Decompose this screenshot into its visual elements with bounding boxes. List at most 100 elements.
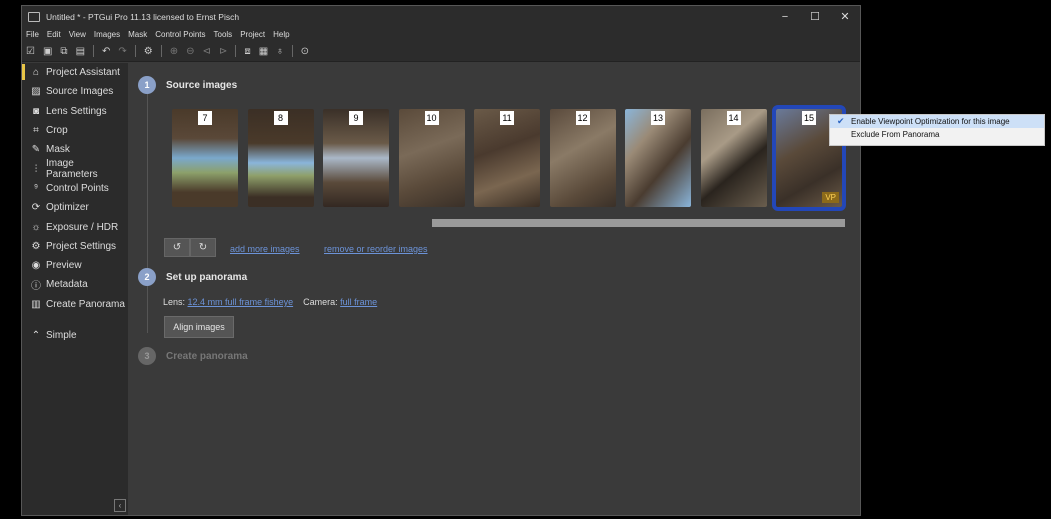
next-icon[interactable]: ⊳ <box>219 46 227 57</box>
sidebar-item-project-assistant[interactable]: ⌂ Project Assistant <box>22 63 128 82</box>
toolbar-separator <box>160 45 162 57</box>
brush-icon: ✎ <box>31 144 41 156</box>
sidebar: ⌂ Project Assistant ▨ Source Images ◙ Lens Se… <box>22 63 128 515</box>
app-window: Untitled * - PTGui Pro 11.13 licensed to… <box>21 5 861 516</box>
minimize-button[interactable]: − <box>770 6 800 28</box>
image-number-badge: 13 <box>651 111 665 125</box>
exclude-from-panorama-item[interactable]: Exclude From Panorama <box>830 128 1044 141</box>
sidebar-item-lens-settings[interactable]: ◙ Lens Settings <box>22 102 128 121</box>
menu-images[interactable]: Images <box>94 30 120 39</box>
rotate-left-button[interactable]: ↺ <box>164 238 190 257</box>
app-icon <box>28 12 40 22</box>
remove-reorder-images-link[interactable]: remove or reorder images <box>324 244 428 254</box>
project-assistant-panel: 1 Source images 7 8 9 10 11 12 13 14 15 VP ↺ ↻ ad… <box>128 63 860 515</box>
image-number-badge: 14 <box>726 111 741 125</box>
image-thumbnail[interactable]: 14 <box>700 109 767 207</box>
camera-link[interactable]: full frame <box>340 297 377 307</box>
sidebar-item-label: Source Images <box>46 86 114 98</box>
previous-icon[interactable]: ⊲ <box>203 46 211 57</box>
image-thumbnail[interactable]: 12 <box>549 109 616 207</box>
lightbulb-icon[interactable]: ♁ <box>276 46 284 57</box>
image-number-badge: 9 <box>349 111 363 125</box>
menu-file[interactable]: File <box>26 30 39 39</box>
zoom-out-icon[interactable]: ⊖ <box>186 46 194 57</box>
sliders-icon: ⫶ <box>34 163 38 175</box>
menu-project[interactable]: Project <box>240 30 265 39</box>
undo-icon[interactable]: ↶ <box>102 46 110 57</box>
menu-tools[interactable]: Tools <box>214 30 233 39</box>
add-more-images-link[interactable]: add more images <box>230 244 300 254</box>
toolbar: ☑ ▣ ⧉ ▤ ↶ ↷ ⚙ ⊕ ⊖ ⊲ ⊳ ⧈ ▦ ♁ ⊙ <box>22 41 860 62</box>
gear-icon: ⚙ <box>31 240 41 252</box>
toolbar-separator <box>93 45 95 57</box>
step-title: Set up panorama <box>166 271 248 283</box>
sidebar-item-exposure-hdr[interactable]: ☼ Exposure / HDR <box>22 217 128 236</box>
open-project-icon[interactable]: ▣ <box>43 46 52 57</box>
step-title: Create panorama <box>166 350 248 362</box>
toolbar-separator <box>291 45 293 57</box>
close-button[interactable]: ✕ <box>830 6 860 28</box>
sidebar-item-source-images[interactable]: ▨ Source Images <box>22 82 128 101</box>
align-images-button[interactable]: Align images <box>164 316 234 338</box>
menu-mask[interactable]: Mask <box>128 30 147 39</box>
sidebar-item-label: Project Assistant <box>46 67 120 79</box>
redo-icon[interactable]: ↷ <box>118 46 126 57</box>
sidebar-item-project-settings[interactable]: ⚙ Project Settings <box>22 237 128 256</box>
thumbnail-scrollbar[interactable] <box>432 219 845 227</box>
image-thumbnail[interactable]: 10 <box>398 109 465 207</box>
menu-view[interactable]: View <box>69 30 86 39</box>
points-icon: ⁹ <box>33 182 39 194</box>
panorama-editor-icon[interactable]: ⧈ <box>244 46 250 57</box>
menu-item-label: Enable Viewpoint Optimization for this i… <box>851 117 1010 126</box>
settings-icon[interactable]: ⚙ <box>144 46 153 57</box>
zoom-in-icon[interactable]: ⊕ <box>170 46 178 57</box>
camera-label: Camera: <box>303 297 338 307</box>
image-thumbnail[interactable]: 7 <box>172 109 238 207</box>
sidebar-item-mask[interactable]: ✎ Mask <box>22 140 128 159</box>
panorama-icon: ▥ <box>31 298 41 310</box>
sidebar-item-preview[interactable]: ◉ Preview <box>22 256 128 275</box>
menu-control-points[interactable]: Control Points <box>155 30 205 39</box>
step-create-panorama: 3 Create panorama <box>138 347 248 365</box>
collapse-sidebar-button[interactable]: ‹ <box>114 499 126 512</box>
step-number: 2 <box>138 268 156 286</box>
save-icon[interactable]: ⧉ <box>60 46 67 57</box>
sidebar-item-crop[interactable]: ⌗ Crop <box>22 121 128 140</box>
image-thumbnail[interactable]: 11 <box>474 109 540 207</box>
sidebar-item-image-parameters[interactable]: ⫶ Image Parameters <box>22 158 128 181</box>
camera-icon: ◙ <box>32 105 40 117</box>
lens-link[interactable]: 12.4 mm full frame fisheye <box>188 297 294 307</box>
simple-mode-toggle[interactable]: ⌃ Simple <box>22 326 128 345</box>
menu-edit[interactable]: Edit <box>47 30 61 39</box>
sidebar-item-label: Preview <box>46 260 82 272</box>
image-thumbnail[interactable]: 9 <box>323 109 389 207</box>
menu-bar: File Edit View Images Mask Control Point… <box>22 28 860 41</box>
sidebar-item-metadata[interactable]: ⓘ Metadata <box>22 275 128 294</box>
maximize-button[interactable]: ☐ <box>800 6 830 28</box>
image-thumbnail[interactable]: 13 <box>625 109 691 207</box>
help-icon[interactable]: ⊙ <box>301 46 309 57</box>
sidebar-item-label: Crop <box>46 125 68 137</box>
image-icon: ▨ <box>31 86 41 98</box>
sidebar-item-label: Optimizer <box>46 202 89 214</box>
new-project-icon[interactable]: ☑ <box>26 46 35 57</box>
info-icon: ⓘ <box>31 281 41 293</box>
context-menu: ✔ Enable Viewpoint Optimization for this… <box>829 114 1045 146</box>
rotate-right-button[interactable]: ↻ <box>190 238 216 257</box>
sidebar-item-optimizer[interactable]: ⟳ Optimizer <box>22 198 128 217</box>
lens-label: Lens: <box>163 297 186 307</box>
menu-help[interactable]: Help <box>273 30 289 39</box>
table-icon[interactable]: ▦ <box>259 46 268 57</box>
step-set-up-panorama: 2 Set up panorama <box>138 268 247 286</box>
save-as-icon[interactable]: ▤ <box>76 46 85 57</box>
sidebar-item-create-panorama[interactable]: ▥ Create Panorama <box>22 295 128 314</box>
lens-info: Lens: 12.4 mm full frame fisheye Camera:… <box>163 297 377 307</box>
image-number-badge: 10 <box>424 111 439 125</box>
toolbar-separator <box>235 45 237 57</box>
image-thumbnail[interactable]: 8 <box>247 109 314 207</box>
viewpoint-badge: VP <box>822 192 839 203</box>
enable-viewpoint-optimization-item[interactable]: ✔ Enable Viewpoint Optimization for this… <box>830 115 1044 128</box>
sidebar-item-label: Image Parameters <box>45 158 98 181</box>
sidebar-item-control-points[interactable]: ⁹ Control Points <box>22 179 128 198</box>
checkmark-icon: ✔ <box>837 116 845 126</box>
